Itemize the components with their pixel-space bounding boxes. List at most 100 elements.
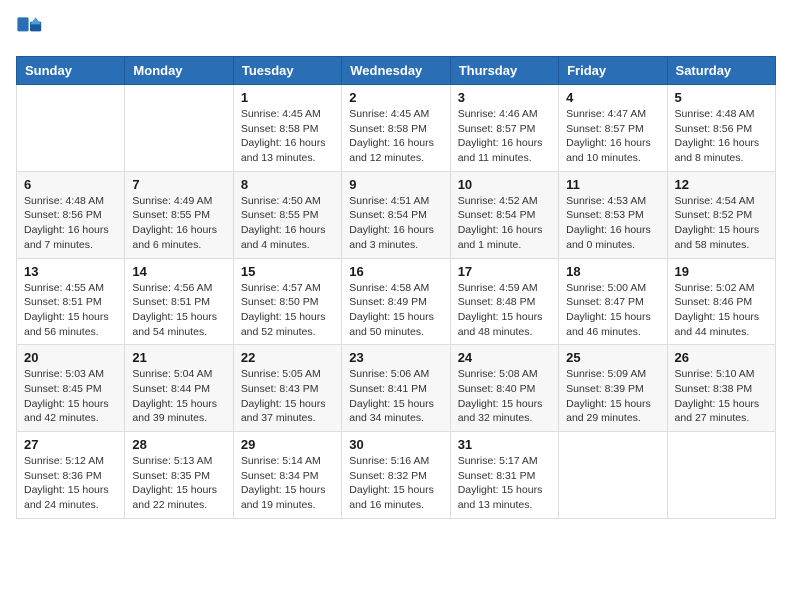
calendar-table: SundayMondayTuesdayWednesdayThursdayFrid… bbox=[16, 56, 776, 519]
day-number: 5 bbox=[675, 90, 768, 105]
day-info: Sunrise: 5:10 AM Sunset: 8:38 PM Dayligh… bbox=[675, 367, 768, 426]
day-number: 16 bbox=[349, 264, 442, 279]
calendar-cell: 8 Sunrise: 4:50 AM Sunset: 8:55 PM Daylig… bbox=[233, 171, 341, 258]
day-info: Sunrise: 4:52 AM Sunset: 8:54 PM Dayligh… bbox=[458, 194, 551, 253]
day-info: Sunrise: 5:16 AM Sunset: 8:32 PM Dayligh… bbox=[349, 454, 442, 513]
day-header-friday: Friday bbox=[559, 57, 667, 85]
calendar-week-3: 13Sunrise: 4:55 AM Sunset: 8:51 PM Dayli… bbox=[17, 258, 776, 345]
day-info: Sunrise: 4:50 AM Sunset: 8:55 PM Dayligh… bbox=[241, 194, 334, 253]
calendar-cell: 10 Sunrise: 4:52 AM Sunset: 8:54 PM Dayli… bbox=[450, 171, 558, 258]
calendar-cell: 6 Sunrise: 4:48 AM Sunset: 8:56 PM Daylig… bbox=[17, 171, 125, 258]
day-info: Sunrise: 4:48 AM Sunset: 8:56 PM Dayligh… bbox=[24, 194, 117, 253]
day-info: Sunrise: 4:51 AM Sunset: 8:54 PM Dayligh… bbox=[349, 194, 442, 253]
day-number: 10 bbox=[458, 177, 551, 192]
calendar-cell: 3Sunrise: 4:46 AM Sunset: 8:57 PM Daylig… bbox=[450, 85, 558, 172]
day-info: Sunrise: 4:57 AM Sunset: 8:50 PM Dayligh… bbox=[241, 281, 334, 340]
day-number: 17 bbox=[458, 264, 551, 279]
day-info: Sunrise: 5:09 AM Sunset: 8:39 PM Dayligh… bbox=[566, 367, 659, 426]
calendar-cell bbox=[559, 432, 667, 519]
day-number: 3 bbox=[458, 90, 551, 105]
calendar-cell: 1 Sunrise: 4:45 AM Sunset: 8:58 PM Daylig… bbox=[233, 85, 341, 172]
day-number: 27 bbox=[24, 437, 117, 452]
calendar-cell: 26 Sunrise: 5:10 AM Sunset: 8:38 PM Dayli… bbox=[667, 345, 775, 432]
day-info: Sunrise: 4:59 AM Sunset: 8:48 PM Dayligh… bbox=[458, 281, 551, 340]
day-number: 31 bbox=[458, 437, 551, 452]
day-header-sunday: Sunday bbox=[17, 57, 125, 85]
calendar-cell: 14 Sunrise: 4:56 AM Sunset: 8:51 PM Dayli… bbox=[125, 258, 233, 345]
day-header-tuesday: Tuesday bbox=[233, 57, 341, 85]
calendar-cell: 30Sunrise: 5:16 AM Sunset: 8:32 PM Dayli… bbox=[342, 432, 450, 519]
calendar-cell: 23 Sunrise: 5:06 AM Sunset: 8:41 PM Dayli… bbox=[342, 345, 450, 432]
calendar-cell: 5 Sunrise: 4:48 AM Sunset: 8:56 PM Daylig… bbox=[667, 85, 775, 172]
calendar-week-5: 27Sunrise: 5:12 AM Sunset: 8:36 PM Dayli… bbox=[17, 432, 776, 519]
calendar-cell: 16 Sunrise: 4:58 AM Sunset: 8:49 PM Dayli… bbox=[342, 258, 450, 345]
day-number: 7 bbox=[132, 177, 225, 192]
calendar-cell: 2Sunrise: 4:45 AM Sunset: 8:58 PM Daylig… bbox=[342, 85, 450, 172]
day-info: Sunrise: 5:08 AM Sunset: 8:40 PM Dayligh… bbox=[458, 367, 551, 426]
calendar-cell: 11 Sunrise: 4:53 AM Sunset: 8:53 PM Dayli… bbox=[559, 171, 667, 258]
day-number: 26 bbox=[675, 350, 768, 365]
calendar-cell: 22 Sunrise: 5:05 AM Sunset: 8:43 PM Dayli… bbox=[233, 345, 341, 432]
day-info: Sunrise: 4:53 AM Sunset: 8:53 PM Dayligh… bbox=[566, 194, 659, 253]
day-info: Sunrise: 5:05 AM Sunset: 8:43 PM Dayligh… bbox=[241, 367, 334, 426]
day-number: 11 bbox=[566, 177, 659, 192]
day-info: Sunrise: 5:04 AM Sunset: 8:44 PM Dayligh… bbox=[132, 367, 225, 426]
page-header bbox=[16, 16, 776, 44]
day-info: Sunrise: 5:06 AM Sunset: 8:41 PM Dayligh… bbox=[349, 367, 442, 426]
calendar-cell: 12 Sunrise: 4:54 AM Sunset: 8:52 PM Dayli… bbox=[667, 171, 775, 258]
day-header-saturday: Saturday bbox=[667, 57, 775, 85]
calendar-cell bbox=[667, 432, 775, 519]
day-info: Sunrise: 4:48 AM Sunset: 8:56 PM Dayligh… bbox=[675, 107, 768, 166]
day-info: Sunrise: 5:17 AM Sunset: 8:31 PM Dayligh… bbox=[458, 454, 551, 513]
day-number: 15 bbox=[241, 264, 334, 279]
day-info: Sunrise: 5:14 AM Sunset: 8:34 PM Dayligh… bbox=[241, 454, 334, 513]
calendar-cell: 17 Sunrise: 4:59 AM Sunset: 8:48 PM Dayli… bbox=[450, 258, 558, 345]
day-number: 20 bbox=[24, 350, 117, 365]
day-number: 28 bbox=[132, 437, 225, 452]
day-number: 14 bbox=[132, 264, 225, 279]
day-number: 2 bbox=[349, 90, 442, 105]
logo bbox=[16, 16, 48, 44]
day-number: 18 bbox=[566, 264, 659, 279]
day-info: Sunrise: 4:54 AM Sunset: 8:52 PM Dayligh… bbox=[675, 194, 768, 253]
calendar-cell bbox=[17, 85, 125, 172]
calendar-cell: 29 Sunrise: 5:14 AM Sunset: 8:34 PM Dayli… bbox=[233, 432, 341, 519]
day-number: 6 bbox=[24, 177, 117, 192]
day-number: 4 bbox=[566, 90, 659, 105]
calendar-week-1: 1 Sunrise: 4:45 AM Sunset: 8:58 PM Daylig… bbox=[17, 85, 776, 172]
day-number: 1 bbox=[241, 90, 334, 105]
calendar-cell: 19 Sunrise: 5:02 AM Sunset: 8:46 PM Dayli… bbox=[667, 258, 775, 345]
day-info: Sunrise: 4:45 AM Sunset: 8:58 PM Dayligh… bbox=[241, 107, 334, 166]
day-info: Sunrise: 5:02 AM Sunset: 8:46 PM Dayligh… bbox=[675, 281, 768, 340]
day-number: 12 bbox=[675, 177, 768, 192]
day-number: 22 bbox=[241, 350, 334, 365]
day-info: Sunrise: 5:03 AM Sunset: 8:45 PM Dayligh… bbox=[24, 367, 117, 426]
day-info: Sunrise: 4:47 AM Sunset: 8:57 PM Dayligh… bbox=[566, 107, 659, 166]
calendar-cell: 27Sunrise: 5:12 AM Sunset: 8:36 PM Dayli… bbox=[17, 432, 125, 519]
calendar-cell: 7 Sunrise: 4:49 AM Sunset: 8:55 PM Daylig… bbox=[125, 171, 233, 258]
day-number: 25 bbox=[566, 350, 659, 365]
calendar-cell: 13Sunrise: 4:55 AM Sunset: 8:51 PM Dayli… bbox=[17, 258, 125, 345]
day-info: Sunrise: 4:56 AM Sunset: 8:51 PM Dayligh… bbox=[132, 281, 225, 340]
day-number: 13 bbox=[24, 264, 117, 279]
day-number: 29 bbox=[241, 437, 334, 452]
day-number: 21 bbox=[132, 350, 225, 365]
day-info: Sunrise: 4:58 AM Sunset: 8:49 PM Dayligh… bbox=[349, 281, 442, 340]
calendar-cell: 20 Sunrise: 5:03 AM Sunset: 8:45 PM Dayli… bbox=[17, 345, 125, 432]
calendar-cell: 24 Sunrise: 5:08 AM Sunset: 8:40 PM Dayli… bbox=[450, 345, 558, 432]
day-number: 19 bbox=[675, 264, 768, 279]
day-info: Sunrise: 5:13 AM Sunset: 8:35 PM Dayligh… bbox=[132, 454, 225, 513]
day-header-wednesday: Wednesday bbox=[342, 57, 450, 85]
day-number: 8 bbox=[241, 177, 334, 192]
calendar-header-row: SundayMondayTuesdayWednesdayThursdayFrid… bbox=[17, 57, 776, 85]
day-info: Sunrise: 5:00 AM Sunset: 8:47 PM Dayligh… bbox=[566, 281, 659, 340]
day-header-thursday: Thursday bbox=[450, 57, 558, 85]
calendar-cell: 31 Sunrise: 5:17 AM Sunset: 8:31 PM Dayli… bbox=[450, 432, 558, 519]
day-info: Sunrise: 4:49 AM Sunset: 8:55 PM Dayligh… bbox=[132, 194, 225, 253]
day-number: 23 bbox=[349, 350, 442, 365]
calendar-cell bbox=[125, 85, 233, 172]
calendar-cell: 28 Sunrise: 5:13 AM Sunset: 8:35 PM Dayli… bbox=[125, 432, 233, 519]
day-number: 24 bbox=[458, 350, 551, 365]
calendar-cell: 25 Sunrise: 5:09 AM Sunset: 8:39 PM Dayli… bbox=[559, 345, 667, 432]
day-number: 9 bbox=[349, 177, 442, 192]
